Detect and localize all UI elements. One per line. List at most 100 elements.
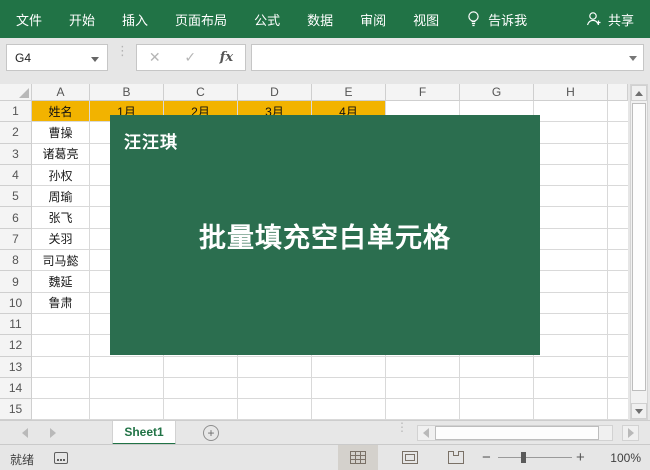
- cell-A15[interactable]: [32, 399, 90, 420]
- zoom-level[interactable]: 100%: [610, 451, 641, 465]
- cell-H11[interactable]: [534, 313, 608, 336]
- tutorial-overlay-card[interactable]: 汪汪琪 批量填充空白单元格: [110, 115, 540, 355]
- menu-formulas[interactable]: 公式: [254, 10, 280, 29]
- horizontal-scrollbar[interactable]: [417, 425, 613, 441]
- row-header-7[interactable]: 7: [0, 228, 32, 251]
- zoom-out-button[interactable]: −: [482, 449, 491, 466]
- vertical-scrollbar-thumb[interactable]: [632, 103, 646, 391]
- cell-A7[interactable]: 关羽: [32, 228, 90, 251]
- cell-C14[interactable]: [164, 377, 238, 400]
- row-header-9[interactable]: 9: [0, 271, 32, 293]
- cell-A12[interactable]: [32, 335, 90, 357]
- vertical-scrollbar[interactable]: [630, 84, 648, 420]
- cell-H6[interactable]: [534, 207, 608, 229]
- cell-H5[interactable]: [534, 186, 608, 208]
- cell-H13[interactable]: [534, 356, 608, 378]
- select-all-corner[interactable]: [0, 84, 32, 101]
- menu-data[interactable]: 数据: [307, 10, 333, 29]
- cell-H14[interactable]: [534, 377, 608, 400]
- column-header-E[interactable]: E: [312, 84, 386, 101]
- cell-G14[interactable]: [460, 377, 534, 400]
- row-header-13[interactable]: 13: [0, 356, 32, 378]
- row-header-5[interactable]: 5: [0, 186, 32, 208]
- row-header-8[interactable]: 8: [0, 250, 32, 272]
- cell-extra-15[interactable]: [608, 399, 628, 420]
- row-header-12[interactable]: 12: [0, 335, 32, 357]
- row-header-2[interactable]: 2: [0, 122, 32, 144]
- cell-A5[interactable]: 周瑜: [32, 186, 90, 208]
- row-header-6[interactable]: 6: [0, 207, 32, 229]
- scroll-right-button[interactable]: [622, 425, 639, 441]
- cell-B13[interactable]: [90, 356, 164, 378]
- cell-E13[interactable]: [312, 356, 386, 378]
- cell-extra-10[interactable]: [608, 292, 628, 314]
- next-sheet-icon[interactable]: [50, 428, 56, 438]
- cell-A2[interactable]: 曹操: [32, 122, 90, 144]
- column-header-H[interactable]: H: [534, 84, 608, 101]
- cell-extra-3[interactable]: [608, 143, 628, 165]
- cell-D13[interactable]: [238, 356, 312, 378]
- cell-extra-7[interactable]: [608, 228, 628, 251]
- cell-G13[interactable]: [460, 356, 534, 378]
- cell-H7[interactable]: [534, 228, 608, 251]
- column-header-F[interactable]: F: [386, 84, 460, 101]
- row-header-10[interactable]: 10: [0, 292, 32, 314]
- cell-A4[interactable]: 孙权: [32, 164, 90, 187]
- prev-sheet-icon[interactable]: [22, 428, 28, 438]
- row-header-15[interactable]: 15: [0, 399, 32, 420]
- tab-sheet1[interactable]: Sheet1: [112, 421, 176, 445]
- cell-A6[interactable]: 张飞: [32, 207, 90, 229]
- cell-extra-6[interactable]: [608, 207, 628, 229]
- page-layout-view-button[interactable]: [390, 445, 430, 470]
- scroll-down-button[interactable]: [631, 403, 647, 419]
- cell-H3[interactable]: [534, 143, 608, 165]
- cell-H10[interactable]: [534, 292, 608, 314]
- cell-H4[interactable]: [534, 164, 608, 187]
- cell-extra-2[interactable]: [608, 122, 628, 144]
- zoom-slider-track[interactable]: [498, 457, 572, 458]
- cell-C15[interactable]: [164, 399, 238, 420]
- cell-D15[interactable]: [238, 399, 312, 420]
- row-header-14[interactable]: 14: [0, 377, 32, 400]
- cell-B14[interactable]: [90, 377, 164, 400]
- cancel-icon[interactable]: ✕: [149, 49, 161, 66]
- menu-insert[interactable]: 插入: [122, 10, 148, 29]
- cell-F13[interactable]: [386, 356, 460, 378]
- cell-extra-9[interactable]: [608, 271, 628, 293]
- cell-A8[interactable]: 司马懿: [32, 250, 90, 272]
- zoom-slider-handle[interactable]: [521, 452, 526, 463]
- cell-extra-5[interactable]: [608, 186, 628, 208]
- confirm-icon[interactable]: ✓: [184, 49, 196, 66]
- zoom-in-button[interactable]: +: [576, 449, 585, 466]
- cell-extra-4[interactable]: [608, 164, 628, 187]
- macro-record-icon[interactable]: [54, 452, 68, 464]
- cell-E14[interactable]: [312, 377, 386, 400]
- cell-D14[interactable]: [238, 377, 312, 400]
- insert-function-icon[interactable]: fx: [220, 50, 233, 65]
- cell-H1[interactable]: [534, 101, 608, 123]
- share-button[interactable]: 共享: [586, 10, 634, 29]
- cell-extra-13[interactable]: [608, 356, 628, 378]
- tell-me-group[interactable]: 告诉我: [466, 10, 527, 29]
- scroll-left-button[interactable]: [418, 426, 433, 440]
- cell-A10[interactable]: 鲁肃: [32, 292, 90, 314]
- row-header-11[interactable]: 11: [0, 313, 32, 336]
- page-break-preview-button[interactable]: [436, 445, 476, 470]
- cell-extra-12[interactable]: [608, 335, 628, 357]
- normal-view-button[interactable]: [338, 445, 378, 470]
- cell-A3[interactable]: 诸葛亮: [32, 143, 90, 165]
- cell-A9[interactable]: 魏延: [32, 271, 90, 293]
- cell-H2[interactable]: [534, 122, 608, 144]
- row-header-4[interactable]: 4: [0, 164, 32, 187]
- menu-page-layout[interactable]: 页面布局: [175, 10, 227, 29]
- name-box-dropdown-icon[interactable]: [91, 57, 99, 62]
- cell-B15[interactable]: [90, 399, 164, 420]
- cell-H12[interactable]: [534, 335, 608, 357]
- column-header-G[interactable]: G: [460, 84, 534, 101]
- formula-input[interactable]: [251, 44, 644, 71]
- cell-A14[interactable]: [32, 377, 90, 400]
- cell-F14[interactable]: [386, 377, 460, 400]
- cell-H9[interactable]: [534, 271, 608, 293]
- cell-extra-8[interactable]: [608, 250, 628, 272]
- cell-A1[interactable]: 姓名: [32, 101, 90, 123]
